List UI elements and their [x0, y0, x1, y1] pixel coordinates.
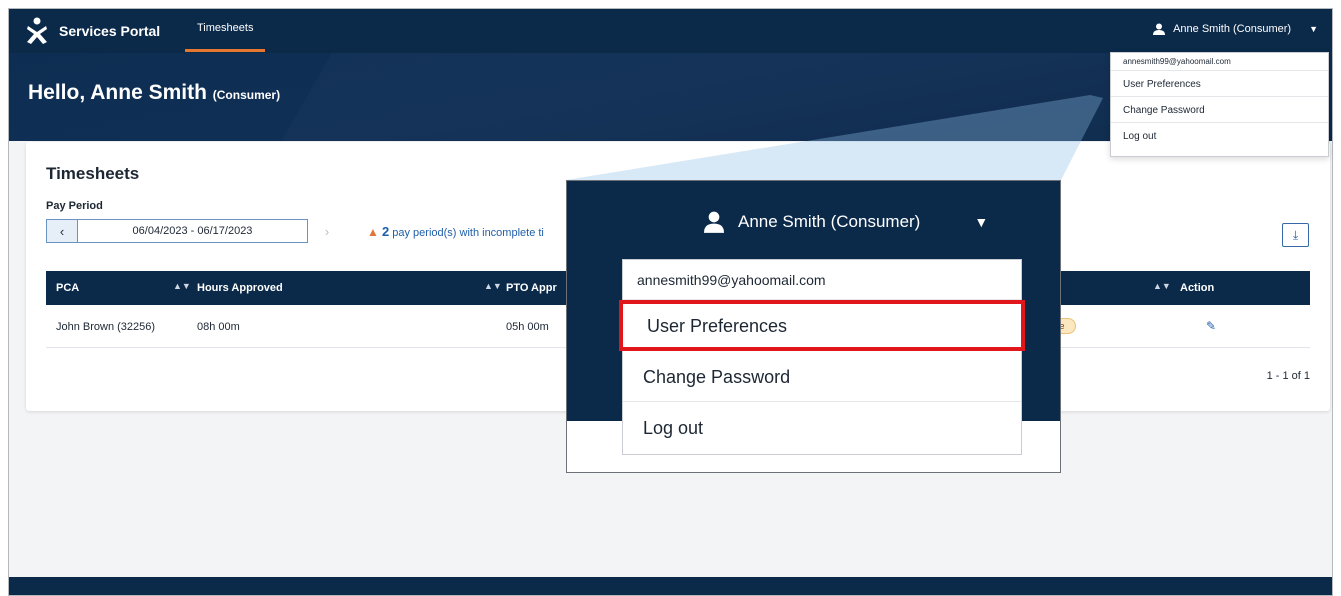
caret-down-icon: ▼ [974, 214, 989, 230]
footer [9, 577, 1332, 595]
warning-count: 2 [381, 224, 390, 239]
zoom-callout: Anne Smith (Consumer) ▼ annesmith99@yaho… [566, 180, 1061, 473]
incomplete-warning[interactable]: ▲ 2 pay period(s) with incomplete ti [367, 224, 544, 239]
logo-icon [27, 17, 47, 44]
dropdown-email: annesmith99@yahoomail.com [1111, 53, 1328, 71]
sort-icon[interactable]: ▲▼ [484, 281, 502, 291]
pay-period-range[interactable]: 06/04/2023 - 06/17/2023 [78, 219, 308, 243]
user-name: Anne Smith (Consumer) [1173, 23, 1292, 35]
previous-period-button[interactable]: ‹ [46, 219, 78, 243]
zoom-user-menu-toggle[interactable]: Anne Smith (Consumer) ▼ [704, 211, 988, 233]
menu-item-log-out[interactable]: Log out [1111, 123, 1328, 149]
greeting: Hello, Anne Smith (Consumer) [28, 81, 280, 105]
pay-period-selector: ‹ 06/04/2023 - 06/17/2023 › [46, 219, 342, 243]
zoom-menu-item-user-preferences[interactable]: User Preferences [619, 300, 1025, 351]
column-header[interactable]: Action [1180, 282, 1214, 294]
cell-pto: 05h 00m [506, 321, 549, 333]
next-period-button[interactable]: › [312, 219, 342, 243]
card-title: Timesheets [46, 164, 140, 183]
sort-icon[interactable]: ▲▼ [173, 281, 191, 291]
pagination-info: 1 - 1 of 1 [1266, 370, 1310, 382]
download-icon: ⤓ [1292, 227, 1299, 242]
top-navigation: Services Portal Timesheets Anne Smith (C… [9, 9, 1332, 53]
chevron-right-icon: › [324, 223, 330, 239]
greeting-hello: Hello, [28, 81, 86, 104]
edit-icon[interactable]: ✎ [1206, 319, 1216, 333]
chevron-left-icon: ‹ [59, 223, 65, 239]
sort-icon[interactable]: ▲▼ [1153, 281, 1171, 291]
warning-icon: ▲ [367, 225, 379, 239]
menu-item-user-preferences[interactable]: User Preferences [1111, 71, 1328, 97]
zoom-menu-item-change-password[interactable]: Change Password [623, 351, 1021, 402]
zoom-menu-item-log-out[interactable]: Log out [623, 402, 1021, 453]
user-dropdown-menu: annesmith99@yahoomail.com User Preferenc… [1110, 52, 1329, 157]
zoom-user-name: Anne Smith (Consumer) [738, 212, 921, 231]
user-menu-toggle[interactable]: Anne Smith (Consumer) ▼ [1153, 23, 1318, 35]
cell-pca: John Brown (32256) [56, 321, 156, 333]
column-header[interactable]: PCA [56, 282, 79, 294]
download-button[interactable]: ⤓ [1282, 223, 1309, 247]
zoom-dropdown-email: annesmith99@yahoomail.com [623, 260, 1021, 300]
user-icon [1153, 23, 1166, 35]
column-header[interactable]: PTO Appr [506, 282, 557, 294]
column-header[interactable]: Hours Approved [197, 282, 283, 294]
pay-period-label: Pay Period [46, 200, 103, 212]
tab-timesheets[interactable]: Timesheets [184, 9, 267, 53]
caret-down-icon: ▼ [1309, 24, 1318, 34]
cell-hours: 08h 00m [197, 321, 240, 333]
brand-name: Services Portal [59, 23, 161, 39]
menu-item-change-password[interactable]: Change Password [1111, 97, 1328, 123]
warning-text: pay period(s) with incomplete ti [392, 227, 544, 239]
brand[interactable]: Services Portal [25, 17, 160, 45]
user-icon [704, 211, 724, 233]
greeting-role: (Consumer) [212, 88, 281, 102]
zoom-dropdown-menu: annesmith99@yahoomail.com User Preferenc… [619, 259, 1025, 455]
greeting-name: Anne Smith [90, 81, 207, 104]
